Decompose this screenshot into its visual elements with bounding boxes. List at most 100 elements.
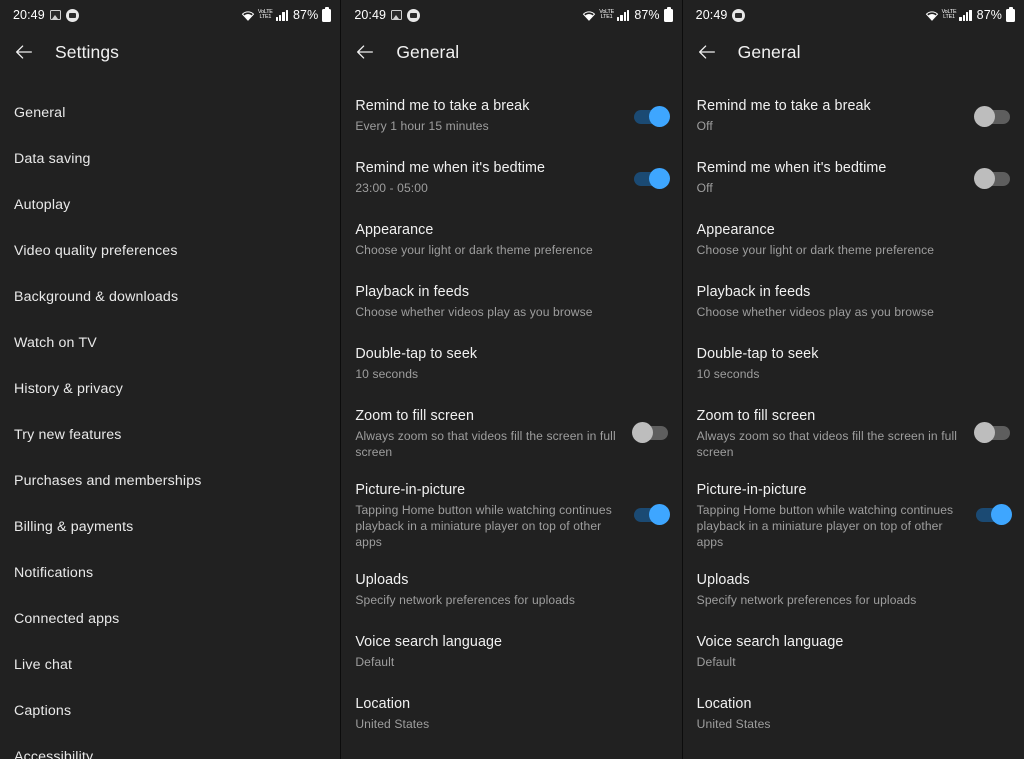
status-bar-right: VoLTE LTE1 87%	[582, 6, 673, 22]
toggle-remind-bedtime[interactable]	[973, 168, 1010, 189]
status-bar-right: VoLTE LTE1 87%	[241, 6, 332, 22]
setting-row-appearance[interactable]: Appearance Choose your light or dark the…	[683, 210, 1024, 272]
setting-texts: Picture-in-picture Tapping Home button w…	[697, 480, 968, 550]
setting-control	[968, 578, 1010, 604]
setting-row-remind-bedtime[interactable]: Remind me when it's bedtime 23:00 - 05:0…	[341, 148, 681, 210]
setting-title: Uploads	[355, 572, 409, 588]
battery-icon	[322, 6, 332, 22]
setting-control	[626, 578, 668, 604]
setting-control	[968, 290, 1010, 316]
setting-texts: Picture-in-picture Tapping Home button w…	[355, 480, 625, 550]
setting-subtitle: 23:00 - 05:00	[355, 181, 428, 195]
setting-row-restricted-mode[interactable]: Restricted Mode	[341, 746, 681, 759]
setting-control	[626, 502, 670, 528]
sidebar-item-billing-payments[interactable]: Billing & payments	[0, 504, 340, 550]
sidebar-item-data-saving[interactable]: Data saving	[0, 136, 340, 182]
sidebar-item-live-chat[interactable]: Live chat	[0, 642, 340, 688]
setting-row-playback-in-feeds[interactable]: Playback in feeds Choose whether videos …	[683, 272, 1024, 334]
notification-badge-icon	[732, 8, 746, 22]
sidebar-item-history-privacy[interactable]: History & privacy	[0, 366, 340, 412]
sidebar-item-label: General	[14, 105, 66, 121]
setting-control	[626, 640, 668, 666]
setting-row-zoom-to-fill-screen[interactable]: Zoom to fill screen Always zoom so that …	[683, 396, 1024, 470]
sidebar-item-purchases-and-memberships[interactable]: Purchases and memberships	[0, 458, 340, 504]
toggle-zoom-to-fill-screen[interactable]	[973, 422, 1010, 443]
setting-subtitle: Choose your light or dark theme preferen…	[696, 243, 935, 257]
panel-general-reminders-on: 20:49 VoLTE LTE1 87% General Remind me t…	[341, 0, 683, 759]
sidebar-item-accessibility[interactable]: Accessibility	[0, 734, 340, 759]
setting-subtitle: Every 1 hour 15 minutes	[355, 119, 489, 133]
setting-row-restricted-mode[interactable]: Restricted Mode	[683, 746, 1024, 759]
setting-row-remind-break[interactable]: Remind me to take a break Every 1 hour 1…	[341, 86, 681, 148]
volte-icon: VoLTE LTE1	[941, 9, 957, 20]
setting-title: Voice search language	[355, 634, 503, 650]
setting-title: Uploads	[696, 572, 750, 588]
back-arrow-icon[interactable]	[696, 41, 718, 63]
back-arrow-icon[interactable]	[13, 41, 35, 63]
setting-row-uploads[interactable]: Uploads Specify network preferences for …	[341, 560, 681, 622]
status-bar-left: 20:49	[13, 8, 79, 22]
setting-control	[626, 166, 670, 192]
notification-badge-icon	[65, 8, 79, 22]
setting-row-voice-search-language[interactable]: Voice search language Default	[683, 622, 1024, 684]
setting-texts: Uploads Specify network preferences for …	[355, 570, 625, 608]
sidebar-item-captions[interactable]: Captions	[0, 688, 340, 734]
setting-texts: Playback in feeds Choose whether videos …	[697, 282, 968, 320]
setting-row-remind-break[interactable]: Remind me to take a break Off	[683, 86, 1024, 148]
sidebar-item-label: Accessibility	[14, 749, 94, 759]
setting-subtitle: Always zoom so that videos fill the scre…	[696, 429, 958, 459]
setting-subtitle: Tapping Home button while watching conti…	[355, 503, 612, 549]
setting-row-picture-in-picture[interactable]: Picture-in-picture Tapping Home button w…	[341, 470, 681, 560]
panel-general-reminders-off: 20:49 VoLTE LTE1 87% General Remind me t…	[682, 0, 1024, 759]
setting-title: Appearance	[696, 222, 775, 238]
sidebar-item-connected-apps[interactable]: Connected apps	[0, 596, 340, 642]
sidebar-item-label: Purchases and memberships	[14, 473, 202, 489]
setting-row-double-tap-to-seek[interactable]: Double-tap to seek 10 seconds	[683, 334, 1024, 396]
sidebar-item-notifications[interactable]: Notifications	[0, 550, 340, 596]
back-arrow-icon[interactable]	[354, 41, 376, 63]
sidebar-item-autoplay[interactable]: Autoplay	[0, 182, 340, 228]
sidebar-item-watch-on-tv[interactable]: Watch on TV	[0, 320, 340, 366]
setting-title: Double-tap to seek	[696, 346, 819, 362]
setting-row-playback-in-feeds[interactable]: Playback in feeds Choose whether videos …	[341, 272, 681, 334]
status-clock: 20:49	[695, 7, 728, 22]
setting-row-appearance[interactable]: Appearance Choose your light or dark the…	[341, 210, 681, 272]
toggle-remind-break[interactable]	[633, 106, 670, 127]
status-bar: 20:49 VoLTE LTE1 87%	[0, 0, 340, 30]
setting-row-location[interactable]: Location United States	[683, 684, 1024, 746]
setting-title: Playback in feeds	[696, 284, 811, 300]
sidebar-item-general[interactable]: General	[0, 90, 340, 136]
setting-row-location[interactable]: Location United States	[341, 684, 681, 746]
three-panel-screenshot: 20:49 VoLTE LTE1 87% Settings General Da…	[0, 0, 1024, 759]
sidebar-item-video-quality-preferences[interactable]: Video quality preferences	[0, 228, 340, 274]
setting-subtitle: Specify network preferences for uploads	[696, 593, 917, 607]
setting-texts: Double-tap to seek 10 seconds	[355, 344, 625, 382]
settings-nav-list: General Data saving Autoplay Video quali…	[0, 74, 340, 759]
setting-control	[626, 420, 668, 446]
status-bar-left: 20:49	[695, 7, 746, 22]
app-bar-general: General	[683, 30, 1024, 74]
setting-texts: Zoom to fill screen Always zoom so that …	[697, 406, 968, 460]
setting-row-double-tap-to-seek[interactable]: Double-tap to seek 10 seconds	[341, 334, 681, 396]
setting-control	[968, 166, 1010, 192]
sidebar-item-background-downloads[interactable]: Background & downloads	[0, 274, 340, 320]
toggle-picture-in-picture[interactable]	[975, 504, 1012, 525]
toggle-zoom-to-fill-screen[interactable]	[631, 422, 668, 443]
toggle-remind-bedtime[interactable]	[633, 168, 670, 189]
general-settings-list: Remind me to take a break Every 1 hour 1…	[341, 74, 681, 759]
toggle-picture-in-picture[interactable]	[633, 504, 670, 525]
setting-control	[626, 290, 668, 316]
setting-row-remind-bedtime[interactable]: Remind me when it's bedtime Off	[683, 148, 1024, 210]
setting-row-uploads[interactable]: Uploads Specify network preferences for …	[683, 560, 1024, 622]
setting-row-voice-search-language[interactable]: Voice search language Default	[341, 622, 681, 684]
sidebar-item-try-new-features[interactable]: Try new features	[0, 412, 340, 458]
setting-row-picture-in-picture[interactable]: Picture-in-picture Tapping Home button w…	[683, 470, 1024, 560]
volte-icon: VoLTE LTE1	[257, 9, 273, 20]
toggle-remind-break[interactable]	[973, 106, 1010, 127]
setting-row-zoom-to-fill-screen[interactable]: Zoom to fill screen Always zoom so that …	[341, 396, 681, 470]
sidebar-item-label: Watch on TV	[14, 335, 97, 351]
page-title: General	[396, 41, 460, 62]
setting-title: Remind me to take a break	[355, 98, 530, 114]
setting-subtitle: United States	[355, 717, 430, 731]
status-bar: 20:49 VoLTE LTE1 87%	[683, 0, 1024, 30]
